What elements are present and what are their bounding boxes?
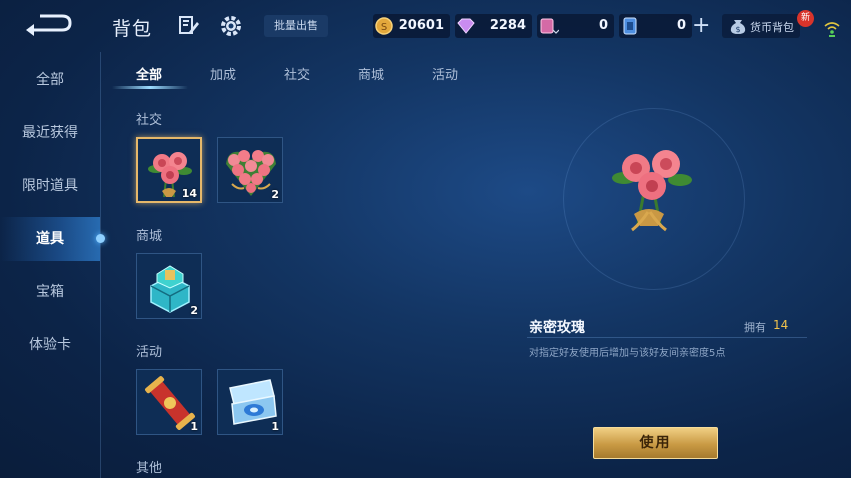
- diamond-icon: [455, 14, 477, 38]
- sidebar-item-props[interactable]: 道具: [0, 217, 100, 261]
- active-indicator: [96, 234, 105, 243]
- money-bag-icon: $: [728, 17, 748, 39]
- sidebar-item-all[interactable]: 全部: [0, 58, 100, 102]
- gear-icon[interactable]: [218, 13, 244, 39]
- wifi-signal-icon: [823, 18, 841, 38]
- rose-preview-icon: [612, 150, 692, 232]
- back-arrow-icon: [26, 14, 72, 36]
- tab-all[interactable]: 全部: [136, 64, 162, 83]
- diamond-value: 2284: [489, 18, 526, 33]
- active-tab-underline: [112, 86, 188, 89]
- voucher-counter: 0: [619, 14, 692, 38]
- item-count: 2: [271, 188, 279, 201]
- voucher-value: 0: [676, 18, 686, 33]
- item-slot-rose-bouquet[interactable]: 2: [217, 137, 283, 203]
- owned-label: 拥有: [744, 321, 766, 334]
- ticket-counter: 0: [537, 14, 614, 38]
- svg-text:$: $: [735, 25, 740, 34]
- item-name: 亲密玫瑰: [529, 320, 585, 336]
- item-slot-scroll[interactable]: 1: [136, 369, 202, 435]
- currency-bag-button[interactable]: $ 货币背包: [722, 14, 800, 38]
- owned-count: 14: [773, 318, 789, 332]
- sidebar-item-chests[interactable]: 宝箱: [0, 270, 100, 314]
- category-sidebar: 全部 最近获得 限时道具 道具 宝箱 体验卡: [0, 52, 100, 478]
- item-count: 1: [190, 420, 198, 433]
- item-count: 14: [181, 187, 197, 200]
- tab-event[interactable]: 活动: [432, 64, 458, 83]
- sidebar-item-limited[interactable]: 限时道具: [0, 164, 100, 208]
- diamond-counter: 2284: [455, 14, 532, 38]
- gold-coin-counter: S 20601: [373, 14, 450, 38]
- sidebar-divider: [100, 52, 101, 478]
- top-bar: 背包 批量出售 S 20601 2284 0 0 + $ 货币背包 新: [0, 0, 851, 52]
- tab-boost[interactable]: 加成: [210, 64, 236, 83]
- tab-shop[interactable]: 商城: [358, 64, 384, 83]
- detail-divider: [527, 337, 807, 338]
- item-slot-gift-case[interactable]: 1: [217, 369, 283, 435]
- sidebar-item-recent[interactable]: 最近获得: [0, 111, 100, 155]
- item-count: 1: [271, 420, 279, 433]
- edit-icon[interactable]: [177, 14, 201, 38]
- bulk-sell-button[interactable]: 批量出售: [264, 15, 328, 37]
- tab-social[interactable]: 社交: [284, 64, 310, 83]
- item-slot-rose[interactable]: 14: [136, 137, 202, 203]
- item-description: 对指定好友使用后增加与该好友间亲密度5点: [529, 348, 726, 359]
- gold-coin-icon: S: [373, 14, 395, 38]
- gold-coin-value: 20601: [398, 18, 444, 33]
- voucher-icon: [619, 14, 641, 38]
- sidebar-item-trial-cards[interactable]: 体验卡: [0, 323, 100, 367]
- ticket-icon: [537, 14, 560, 38]
- item-preview: [604, 134, 700, 238]
- add-currency-button[interactable]: +: [692, 15, 710, 37]
- use-button[interactable]: 使用: [593, 427, 718, 459]
- item-count: 2: [190, 304, 198, 317]
- item-slot-crystal-box[interactable]: 2: [136, 253, 202, 319]
- ticket-value: 0: [598, 18, 608, 33]
- back-button[interactable]: [22, 12, 74, 38]
- section-label-shop: 商城: [136, 229, 163, 244]
- section-label-other: 其他: [136, 461, 163, 476]
- svg-text:S: S: [381, 22, 387, 33]
- page-title: 背包: [112, 18, 153, 40]
- section-label-event: 活动: [136, 345, 163, 360]
- currency-bag-label: 货币背包: [750, 21, 794, 34]
- new-badge: 新: [797, 10, 814, 27]
- section-label-social: 社交: [136, 113, 163, 128]
